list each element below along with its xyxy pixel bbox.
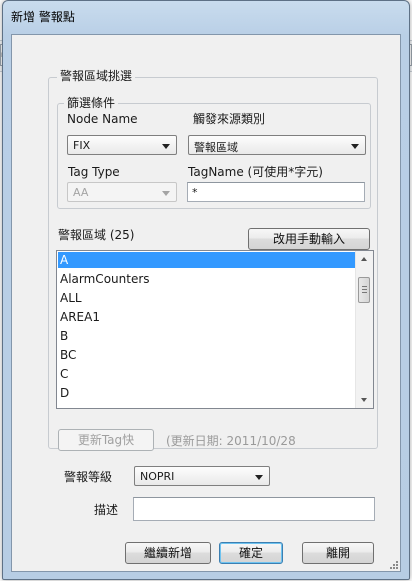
priority-value: NOPRI xyxy=(140,470,175,483)
add-alarm-point-dialog: 新增 警報點 警報區域挑選 篩選條件 Node Name FIX 觸發來源類別 … xyxy=(2,0,410,580)
chevron-down-icon xyxy=(255,475,263,480)
trigger-source-label: 觸發來源類別 xyxy=(193,112,266,126)
resize-grip-icon[interactable] xyxy=(388,559,398,569)
dialog-client-area: 警報區域挑選 篩選條件 Node Name FIX 觸發來源類別 警報區域 Ta… xyxy=(11,34,401,572)
update-date-text: (更新日期: 2011/10/28 xyxy=(166,434,296,448)
trigger-source-select[interactable]: 警報區域 xyxy=(188,135,366,155)
list-scrollbar[interactable] xyxy=(355,251,373,408)
filter-conditions-legend: 篩選條件 xyxy=(64,96,119,110)
ok-button[interactable]: 確定 xyxy=(219,542,283,564)
scroll-thumb[interactable] xyxy=(358,277,370,303)
refresh-tag-cache-button[interactable]: 更新Tag快 xyxy=(58,429,154,451)
manual-input-button[interactable]: 改用手動輸入 xyxy=(248,228,370,250)
list-item[interactable]: BC xyxy=(58,347,356,363)
scroll-down-icon[interactable] xyxy=(361,398,367,402)
list-item[interactable]: C xyxy=(58,366,356,382)
chevron-down-icon xyxy=(162,144,170,149)
window-title: 新增 警報點 xyxy=(11,10,75,24)
priority-select[interactable]: NOPRI xyxy=(134,466,270,486)
node-name-value: FIX xyxy=(73,139,91,152)
alarm-area-select-legend: 警報區域挑選 xyxy=(57,69,136,83)
node-name-select[interactable]: FIX xyxy=(67,135,177,155)
chevron-down-icon xyxy=(162,191,170,196)
description-label: 描述 xyxy=(94,503,119,517)
continue-add-button[interactable]: 繼續新增 xyxy=(125,542,211,564)
chevron-down-icon xyxy=(351,144,359,149)
list-item[interactable]: AREA1 xyxy=(58,309,356,325)
tagname-input[interactable]: * xyxy=(187,182,365,202)
leave-button[interactable]: 離開 xyxy=(302,542,374,564)
list-item[interactable]: AlarmCounters xyxy=(58,271,356,287)
tagname-value: * xyxy=(192,186,198,199)
node-name-label: Node Name xyxy=(67,112,138,126)
tag-type-label: Tag Type xyxy=(68,165,120,179)
priority-label: 警報等級 xyxy=(64,470,113,484)
tag-type-value: AA xyxy=(73,186,89,199)
list-item[interactable]: D xyxy=(58,385,356,401)
list-item[interactable]: A xyxy=(58,252,356,268)
list-item[interactable]: B xyxy=(58,328,356,344)
tagname-label: TagName (可使用*字元) xyxy=(188,165,323,179)
list-item[interactable]: ALL xyxy=(58,290,356,306)
alarm-area-list[interactable]: A AlarmCounters ALL AREA1 B BC C D xyxy=(56,250,374,409)
description-input[interactable] xyxy=(133,497,375,521)
alarm-area-list-header: 警報區域 (25) xyxy=(58,228,135,242)
scroll-up-icon[interactable] xyxy=(361,257,367,261)
tag-type-select[interactable]: AA xyxy=(67,182,177,202)
trigger-source-value: 警報區域 xyxy=(194,141,238,154)
